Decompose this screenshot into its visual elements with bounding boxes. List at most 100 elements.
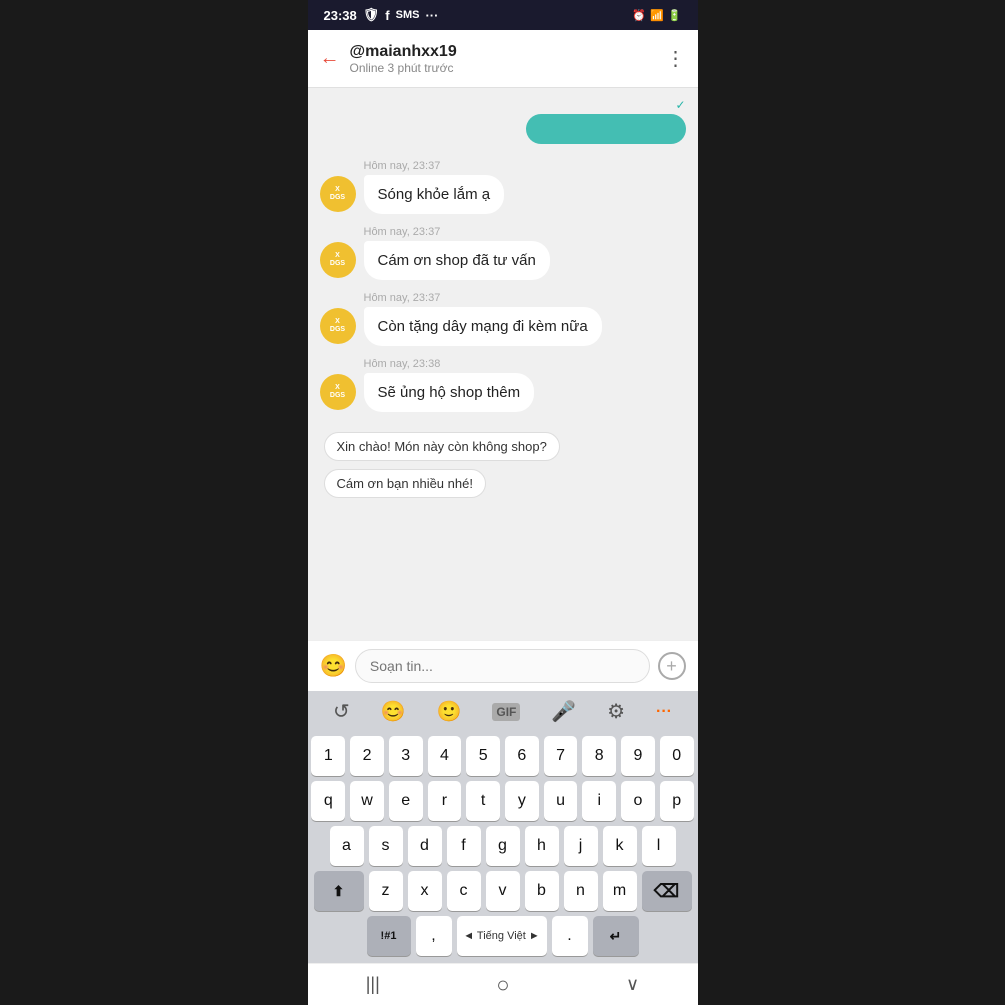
key-i[interactable]: i	[582, 781, 616, 821]
key-j[interactable]: j	[564, 826, 598, 866]
translate-icon[interactable]: ↺	[333, 699, 350, 724]
key-row-zxcv: ⬆ z x c v b n m ⌫	[312, 871, 694, 911]
key-y[interactable]: y	[505, 781, 539, 821]
key-m[interactable]: m	[603, 871, 637, 911]
key-x[interactable]: x	[408, 871, 442, 911]
key-0[interactable]: 0	[660, 736, 694, 776]
key-comma[interactable]: ,	[416, 916, 452, 956]
message-content-4: Hôm nay, 23:38 Sẽ ủng hộ shop thêm	[364, 358, 535, 412]
more-options-button[interactable]: ⋮	[666, 46, 686, 71]
wifi-icon: 📶	[650, 9, 664, 22]
key-g[interactable]: g	[486, 826, 520, 866]
message-time-1: Hôm nay, 23:37	[364, 160, 505, 172]
key-1[interactable]: 1	[311, 736, 345, 776]
chat-area: ✓ XDGS Hôm nay, 23:37 Sóng khỏe lắm ạ XD…	[308, 88, 698, 640]
key-9[interactable]: 9	[621, 736, 655, 776]
more-toolbar-icon[interactable]: ···	[656, 703, 672, 721]
key-w[interactable]: w	[350, 781, 384, 821]
battery-icon: 🔋	[668, 9, 682, 22]
key-v[interactable]: v	[486, 871, 520, 911]
key-8[interactable]: 8	[582, 736, 616, 776]
message-group-2: XDGS Hôm nay, 23:37 Cám ơn shop đã tư vấ…	[320, 226, 686, 280]
key-c[interactable]: c	[447, 871, 481, 911]
key-t[interactable]: t	[466, 781, 500, 821]
key-o[interactable]: o	[621, 781, 655, 821]
avatar-4: XDGS	[320, 374, 356, 410]
key-z[interactable]: z	[369, 871, 403, 911]
key-e[interactable]: e	[389, 781, 423, 821]
key-shift[interactable]: ⬆	[314, 871, 364, 911]
key-row-asdf: a s d f g h j k l	[312, 826, 694, 866]
quick-reply-2[interactable]: Cám ơn bạn nhiều nhé!	[324, 469, 486, 498]
gif-icon[interactable]: GIF	[492, 703, 520, 721]
key-6[interactable]: 6	[505, 736, 539, 776]
keyboard: 1 2 3 4 5 6 7 8 9 0 q w e r t y u i o p …	[308, 732, 698, 963]
key-3[interactable]: 3	[389, 736, 423, 776]
facebook-icon: f	[385, 8, 389, 23]
sticker-icon[interactable]: 🙂	[437, 699, 462, 724]
key-5[interactable]: 5	[466, 736, 500, 776]
avatar-1: XDGS	[320, 176, 356, 212]
key-q[interactable]: q	[311, 781, 345, 821]
key-u[interactable]: u	[544, 781, 578, 821]
quick-reply-1[interactable]: Xin chào! Món này còn không shop?	[324, 432, 560, 461]
key-d[interactable]: d	[408, 826, 442, 866]
message-group-1: XDGS Hôm nay, 23:37 Sóng khỏe lắm ạ	[320, 160, 686, 214]
key-row-qwerty: q w e r t y u i o p	[312, 781, 694, 821]
message-group-4: XDGS Hôm nay, 23:38 Sẽ ủng hộ shop thêm	[320, 358, 686, 412]
key-l[interactable]: l	[642, 826, 676, 866]
emoji-button[interactable]: 😊	[320, 653, 347, 679]
avatar-2: XDGS	[320, 242, 356, 278]
message-content-1: Hôm nay, 23:37 Sóng khỏe lắm ạ	[364, 160, 505, 214]
emoji-toolbar-icon[interactable]: 😊	[381, 699, 406, 724]
read-check-icon: ✓	[675, 98, 685, 112]
nav-bar: ||| ○ ∨	[308, 963, 698, 1005]
alarm-icon: ⏰	[632, 9, 646, 22]
message-time-4: Hôm nay, 23:38	[364, 358, 535, 370]
key-n[interactable]: n	[564, 871, 598, 911]
nav-home[interactable]: ○	[496, 972, 509, 998]
sms-icon: SMS	[396, 9, 420, 21]
add-attachment-button[interactable]: +	[658, 652, 686, 680]
key-s[interactable]: s	[369, 826, 403, 866]
message-bubble-2: Cám ơn shop đã tư vấn	[364, 241, 550, 280]
key-2[interactable]: 2	[350, 736, 384, 776]
message-bubble-4: Sẽ ủng hộ shop thêm	[364, 373, 535, 412]
avatar-3: XDGS	[320, 308, 356, 344]
key-period[interactable]: .	[552, 916, 588, 956]
key-h[interactable]: h	[525, 826, 559, 866]
message-bubble-1: Sóng khỏe lắm ạ	[364, 175, 505, 214]
key-r[interactable]: r	[428, 781, 462, 821]
message-input[interactable]	[355, 649, 650, 683]
key-b[interactable]: b	[525, 871, 559, 911]
key-7[interactable]: 7	[544, 736, 578, 776]
message-group-3: XDGS Hôm nay, 23:37 Còn tặng dây mạng đi…	[320, 292, 686, 346]
status-icons: ⏰ 📶 🔋	[632, 9, 681, 22]
key-row-bottom: !#1 , ◄ Tiếng Việt ► . ↵	[312, 916, 694, 956]
key-f[interactable]: f	[447, 826, 481, 866]
nav-back[interactable]: ∨	[626, 974, 639, 995]
shield-icon: 🛡	[363, 7, 380, 23]
key-a[interactable]: a	[330, 826, 364, 866]
key-p[interactable]: p	[660, 781, 694, 821]
keyboard-toolbar: ↺ 😊 🙂 GIF 🎤 ⚙ ···	[308, 691, 698, 732]
back-button[interactable]: ←	[320, 47, 340, 70]
key-enter[interactable]: ↵	[593, 916, 639, 956]
nav-recent-apps[interactable]: |||	[366, 974, 380, 995]
contact-status: Online 3 phút trước	[350, 61, 666, 75]
key-backspace[interactable]: ⌫	[642, 871, 692, 911]
time-display: 23:38	[324, 8, 357, 23]
key-symbol[interactable]: !#1	[367, 916, 411, 956]
key-k[interactable]: k	[603, 826, 637, 866]
mic-icon[interactable]: 🎤	[551, 699, 576, 724]
settings-icon[interactable]: ⚙	[607, 699, 625, 724]
status-bar: 23:38 🛡 f SMS ··· ⏰ 📶 🔋	[308, 0, 698, 30]
key-4[interactable]: 4	[428, 736, 462, 776]
quick-replies: Xin chào! Món này còn không shop? Cám ơn…	[320, 424, 686, 506]
chat-header: ← @maianhxx19 Online 3 phút trước ⋮	[308, 30, 698, 88]
outgoing-message-partial	[526, 114, 686, 144]
contact-name: @maianhxx19	[350, 43, 666, 61]
contact-info: @maianhxx19 Online 3 phút trước	[350, 43, 666, 75]
message-time-3: Hôm nay, 23:37	[364, 292, 602, 304]
key-language[interactable]: ◄ Tiếng Việt ►	[457, 916, 547, 956]
